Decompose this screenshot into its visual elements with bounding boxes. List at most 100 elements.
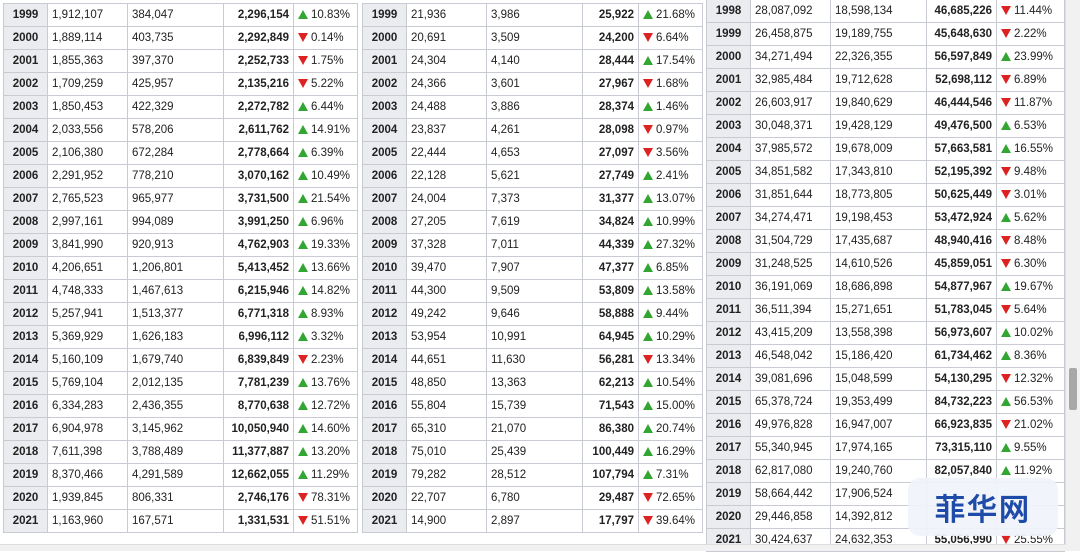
value-cell: 36,191,069 [750, 275, 831, 299]
value-cell: 19,198,453 [830, 206, 927, 230]
change-cell: 3.01% [996, 183, 1065, 207]
change-cell: 10.83% [293, 3, 358, 27]
value-cell: 672,284 [127, 141, 224, 165]
year-cell: 2020 [3, 486, 48, 510]
change-percent: 72.65% [656, 492, 696, 504]
value-cell: 46,548,042 [750, 344, 831, 368]
value-cell: 2,033,556 [47, 118, 128, 142]
change-percent: 14.82% [311, 285, 351, 297]
value-cell: 19,353,499 [830, 390, 927, 414]
table-row: 2019 8,370,466 4,291,589 12,662,055 11.29% [3, 463, 358, 487]
year-cell: 1999 [362, 3, 407, 27]
table-row: 2000 20,691 3,509 24,200 6.64% [362, 26, 703, 50]
triangle-down-icon [1001, 75, 1011, 85]
table-row: 2000 1,889,114 403,735 2,292,849 0.14% [3, 26, 358, 50]
value-cell: 1,709,259 [47, 72, 128, 96]
triangle-up-icon [298, 378, 308, 388]
change-cell: 6.44% [293, 95, 358, 119]
value-cell: 1,513,377 [127, 302, 224, 326]
triangle-up-icon [643, 447, 653, 457]
change-percent: 13.07% [656, 193, 696, 205]
total-cell: 6,996,112 [223, 325, 294, 349]
change-cell: 8.48% [996, 229, 1065, 253]
change-percent: 51.51% [311, 515, 351, 527]
table-row: 2010 4,206,651 1,206,801 5,413,452 13.66% [3, 256, 358, 280]
table-row: 2011 44,300 9,509 53,809 13.58% [362, 279, 703, 303]
change-percent: 19.33% [311, 239, 351, 251]
table-row: 1998 28,087,092 18,598,134 46,685,226 11.44% [706, 0, 1065, 23]
year-cell: 2011 [706, 298, 751, 322]
change-percent: 6.30% [1014, 258, 1047, 270]
table-row: 2004 23,837 4,261 28,098 0.97% [362, 118, 703, 142]
triangle-up-icon [1001, 397, 1011, 407]
value-cell: 16,947,007 [830, 413, 927, 437]
table-row: 2002 24,366 3,601 27,967 1.68% [362, 72, 703, 96]
change-cell: 6.89% [996, 68, 1065, 92]
total-cell: 2,135,216 [223, 72, 294, 96]
table-row: 2001 1,855,363 397,370 2,252,733 1.75% [3, 49, 358, 73]
value-cell: 3,841,990 [47, 233, 128, 257]
total-cell: 2,746,176 [223, 486, 294, 510]
change-percent: 10.99% [656, 216, 696, 228]
value-cell: 1,855,363 [47, 49, 128, 73]
year-cell: 2011 [362, 279, 407, 303]
total-cell: 27,967 [582, 72, 639, 96]
year-cell: 2014 [3, 348, 48, 372]
table-row: 2016 55,804 15,739 71,543 15.00% [362, 394, 703, 418]
value-cell: 28,512 [486, 463, 583, 487]
triangle-up-icon [298, 263, 308, 273]
scrollbar-thumb[interactable] [1069, 368, 1077, 410]
value-cell: 13,558,398 [830, 321, 927, 345]
change-cell: 15.00% [638, 394, 703, 418]
value-cell: 19,189,755 [830, 22, 927, 46]
vertical-scrollbar[interactable] [1065, 0, 1080, 551]
value-cell: 19,840,629 [830, 91, 927, 115]
value-cell: 37,328 [406, 233, 487, 257]
year-cell: 2006 [362, 164, 407, 188]
value-cell: 39,081,696 [750, 367, 831, 391]
table-row: 2005 34,851,582 17,343,810 52,195,392 9.48% [706, 160, 1065, 184]
triangle-up-icon [643, 171, 653, 181]
value-cell: 3,509 [486, 26, 583, 50]
value-cell: 22,128 [406, 164, 487, 188]
triangle-up-icon [643, 102, 653, 112]
value-cell: 5,369,929 [47, 325, 128, 349]
year-cell: 2012 [3, 302, 48, 326]
value-cell: 11,630 [486, 348, 583, 372]
table-row: 2011 4,748,333 1,467,613 6,215,946 14.82% [3, 279, 358, 303]
year-cell: 2001 [362, 49, 407, 73]
total-cell: 7,781,239 [223, 371, 294, 395]
value-cell: 79,282 [406, 463, 487, 487]
value-cell: 29,446,858 [750, 505, 831, 529]
value-cell: 55,804 [406, 394, 487, 418]
change-cell: 20.74% [638, 417, 703, 441]
year-cell: 2006 [706, 183, 751, 207]
change-cell: 10.54% [638, 371, 703, 395]
year-cell: 2007 [3, 187, 48, 211]
change-percent: 5.62% [1014, 212, 1047, 224]
change-cell: 19.33% [293, 233, 358, 257]
change-cell: 6.30% [996, 252, 1065, 276]
year-cell: 2002 [3, 72, 48, 96]
table-row: 1999 1,912,107 384,047 2,296,154 10.83% [3, 3, 358, 27]
horizontal-scrollbar[interactable] [0, 544, 1066, 551]
year-cell: 2002 [706, 91, 751, 115]
change-cell: 5.22% [293, 72, 358, 96]
total-cell: 71,543 [582, 394, 639, 418]
change-percent: 27.32% [656, 239, 696, 251]
value-cell: 14,900 [406, 509, 487, 533]
year-cell: 2007 [706, 206, 751, 230]
triangle-up-icon [1001, 213, 1011, 223]
year-cell: 2006 [3, 164, 48, 188]
change-percent: 11.44% [1014, 5, 1053, 17]
value-cell: 31,851,644 [750, 183, 831, 207]
change-percent: 3.56% [656, 147, 689, 159]
triangle-up-icon [643, 56, 653, 66]
triangle-up-icon [298, 401, 308, 411]
total-cell: 56,597,849 [926, 45, 997, 69]
change-percent: 19.67% [1014, 281, 1054, 293]
value-cell: 22,444 [406, 141, 487, 165]
change-percent: 8.93% [311, 308, 344, 320]
change-cell: 11.44% [996, 0, 1065, 23]
value-cell: 24,488 [406, 95, 487, 119]
